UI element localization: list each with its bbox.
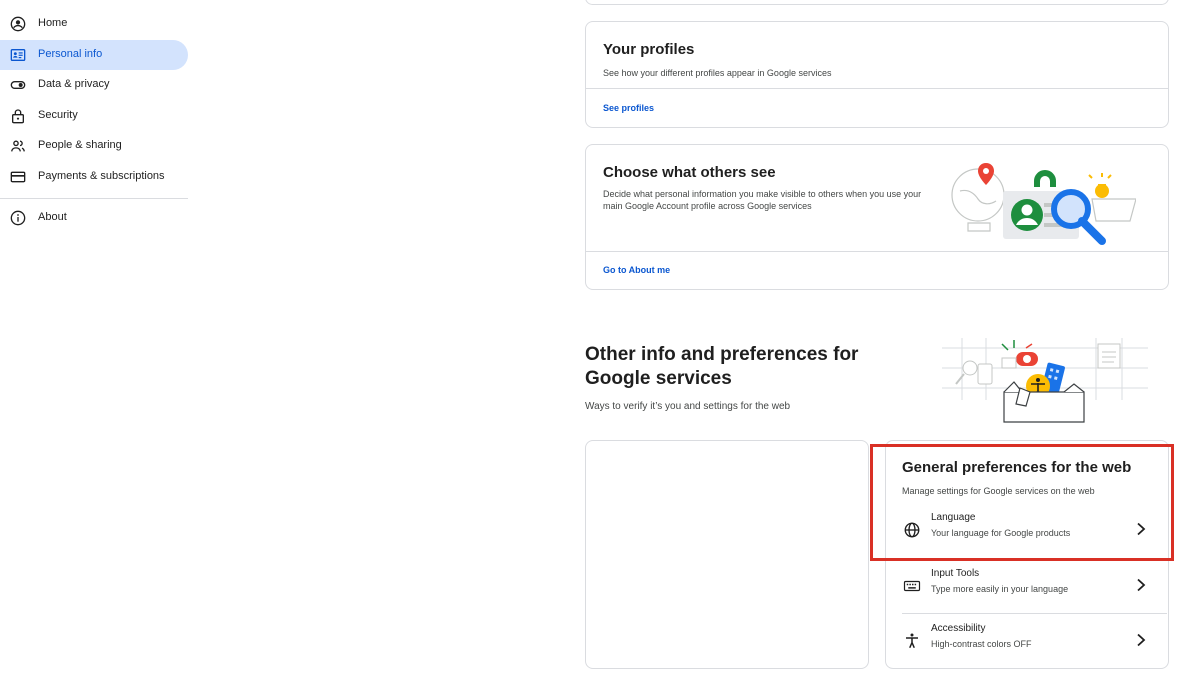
sidebar-item-label: About xyxy=(38,211,67,223)
toggle-icon xyxy=(10,81,26,89)
sidebar-item-data-privacy[interactable]: Data & privacy xyxy=(0,70,188,100)
section-title: Other info and preferences for Google se… xyxy=(585,344,859,389)
previous-card xyxy=(585,0,1169,5)
sidebar-divider xyxy=(0,198,188,199)
card-title: Your profiles xyxy=(603,41,695,58)
input-tools-row[interactable]: Input Tools Type more easily in your lan… xyxy=(886,560,1168,612)
sidebar-item-label: Payments & subscriptions xyxy=(38,170,165,182)
keyboard-icon xyxy=(903,580,921,592)
input-tools-subtitle: Type more easily in your language xyxy=(931,584,1069,594)
empty-card xyxy=(585,440,869,669)
profiles-card: Your profiles See how your different pro… xyxy=(585,21,1169,128)
sidebar-item-people-sharing[interactable]: People & sharing xyxy=(0,131,188,161)
sidebar-item-about[interactable]: About xyxy=(0,203,188,233)
chevron-right-icon xyxy=(1137,578,1146,592)
lock-icon xyxy=(12,109,24,124)
chevron-right-icon xyxy=(1137,633,1146,647)
account-circle-icon xyxy=(10,16,26,32)
about-me-illustration xyxy=(951,163,1136,245)
sidebar-item-label: Home xyxy=(38,17,68,29)
row-divider xyxy=(902,613,1167,614)
sidebar-item-security[interactable]: Security xyxy=(0,101,188,131)
card-divider xyxy=(586,251,1168,252)
sidebar-item-personal-info[interactable]: Personal info xyxy=(0,40,188,70)
sidebar-item-label: People & sharing xyxy=(38,139,122,151)
sidebar-item-home[interactable]: Home xyxy=(0,9,188,39)
card-title: Choose what others see xyxy=(603,164,776,181)
sidebar-nav: Home Personal info Data & privacy Securi… xyxy=(0,0,190,676)
info-icon xyxy=(10,210,26,226)
preferences-illustration xyxy=(942,338,1148,423)
id-card-icon xyxy=(10,49,26,61)
others-see-card: Choose what others see Decide what perso… xyxy=(585,144,1169,290)
sidebar-item-label: Personal info xyxy=(38,48,103,60)
highlight-annotation xyxy=(870,444,1174,561)
sidebar-item-label: Security xyxy=(38,109,78,121)
card-divider xyxy=(586,88,1168,89)
go-to-about-me-link[interactable]: Go to About me xyxy=(603,265,670,275)
accessibility-row[interactable]: Accessibility High-contrast colors OFF xyxy=(886,615,1168,667)
accessibility-icon xyxy=(906,633,918,649)
see-profiles-link[interactable]: See profiles xyxy=(603,103,654,113)
accessibility-title: Accessibility xyxy=(931,623,986,634)
accessibility-subtitle: High-contrast colors OFF xyxy=(931,639,1032,649)
sidebar-item-payments[interactable]: Payments & subscriptions xyxy=(0,162,188,192)
people-icon xyxy=(11,140,25,152)
section-description: Ways to verify it’s you and settings for… xyxy=(585,401,791,412)
card-description: See how your different profiles appear i… xyxy=(603,68,832,78)
credit-card-icon xyxy=(10,171,26,183)
card-description: Decide what personal information you mak… xyxy=(603,189,922,211)
sidebar-item-label: Data & privacy xyxy=(38,78,110,90)
input-tools-title: Input Tools xyxy=(931,568,980,579)
